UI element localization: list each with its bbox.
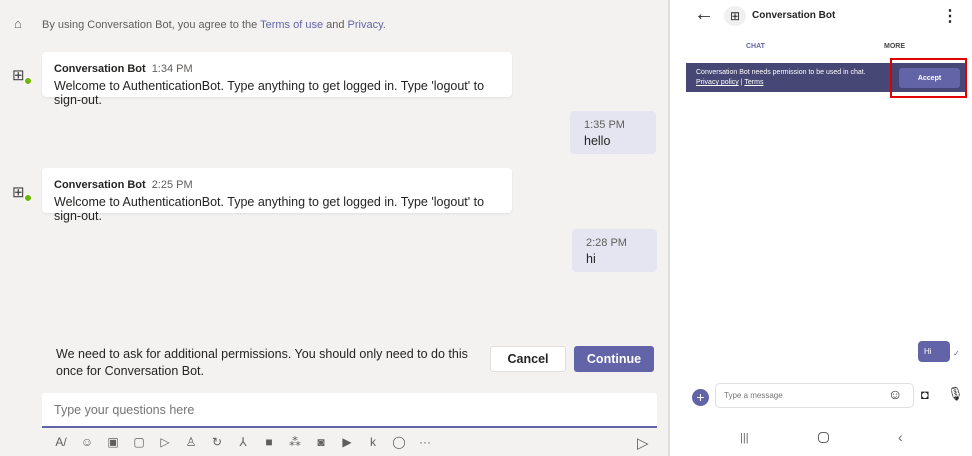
recent-apps-icon[interactable]: ||| xyxy=(740,432,749,444)
permission-text: We need to ask for additional permission… xyxy=(56,347,468,378)
back-arrow-icon[interactable]: ← xyxy=(694,3,714,26)
bot-icon: ⊞ xyxy=(724,6,746,26)
bot-message: Conversation Bot 2:25 PM Welcome to Authe… xyxy=(42,168,512,223)
stream-icon[interactable]: ◙ xyxy=(310,435,332,449)
terms-link[interactable]: Terms xyxy=(744,79,763,86)
adobe-icon[interactable]: ⅄ xyxy=(232,435,254,449)
bot-avatar: ⊞ xyxy=(12,66,32,85)
praise-icon[interactable]: ♙ xyxy=(180,435,202,449)
mobile-chat-pane: ← ⊞ Conversation Bot ⋮ CHAT MORE Convers… xyxy=(670,0,972,456)
more-icon[interactable]: ··· xyxy=(414,435,436,449)
meet-icon[interactable]: ▷ xyxy=(154,435,176,449)
send-icon[interactable]: ▷ xyxy=(637,434,649,452)
add-icon[interactable]: + xyxy=(692,389,709,406)
message-input[interactable] xyxy=(715,383,914,408)
app-icon[interactable]: ⁂ xyxy=(284,435,306,449)
user-message: Hi xyxy=(918,341,950,362)
emoji-icon[interactable]: ☺ xyxy=(888,386,902,402)
github-icon[interactable]: ◯ xyxy=(388,435,410,449)
tab-more[interactable]: MORE xyxy=(884,43,905,50)
user-message: 1:35 PM hello xyxy=(570,111,656,154)
back-nav-icon[interactable]: ‹ xyxy=(898,429,903,445)
compose-input[interactable] xyxy=(42,393,657,428)
divider xyxy=(668,0,670,456)
cancel-button[interactable]: Cancel xyxy=(490,346,566,372)
microphone-icon[interactable]: 🎙 xyxy=(947,386,964,402)
terms-notice: By using Conversation Bot, you agree to … xyxy=(42,19,386,31)
sent-check-icon: ✓ xyxy=(953,349,960,358)
highlight-box xyxy=(890,58,967,98)
format-icon[interactable]: A/ xyxy=(50,435,72,449)
privacy-policy-link[interactable]: Privacy policy xyxy=(696,79,739,86)
approvals-icon[interactable]: ↻ xyxy=(206,435,228,449)
desktop-chat-pane: ⌂ By using Conversation Bot, you agree t… xyxy=(0,0,668,456)
chat-title: Conversation Bot xyxy=(752,10,836,21)
bot-icon: ⌂ xyxy=(14,16,22,31)
terms-link[interactable]: Terms of use xyxy=(260,19,323,31)
klaxoon-icon[interactable]: k xyxy=(362,435,384,449)
video-icon[interactable]: ■ xyxy=(258,435,280,449)
bot-message: Conversation Bot 1:34 PM Welcome to Authe… xyxy=(42,52,512,107)
privacy-link[interactable]: Privacy xyxy=(348,19,383,31)
tab-chat[interactable]: CHAT xyxy=(746,43,765,50)
sticker-icon[interactable]: ▢ xyxy=(128,435,150,449)
bot-avatar: ⊞ xyxy=(12,183,32,202)
gif-icon[interactable]: ▣ xyxy=(102,435,124,449)
home-icon[interactable] xyxy=(818,432,829,443)
youtube-icon[interactable]: ▶ xyxy=(336,435,358,449)
user-message: 2:28 PM hi xyxy=(572,229,657,272)
compose-toolbar: A/ ☺ ▣ ▢ ▷ ♙ ↻ ⅄ ■ ⁂ ◙ ▶ k ◯ ··· xyxy=(50,435,436,449)
emoji-icon[interactable]: ☺ xyxy=(76,435,98,449)
more-options-icon[interactable]: ⋮ xyxy=(942,6,958,26)
camera-icon[interactable]: ◘ xyxy=(921,387,929,402)
continue-button[interactable]: Continue xyxy=(574,346,654,372)
